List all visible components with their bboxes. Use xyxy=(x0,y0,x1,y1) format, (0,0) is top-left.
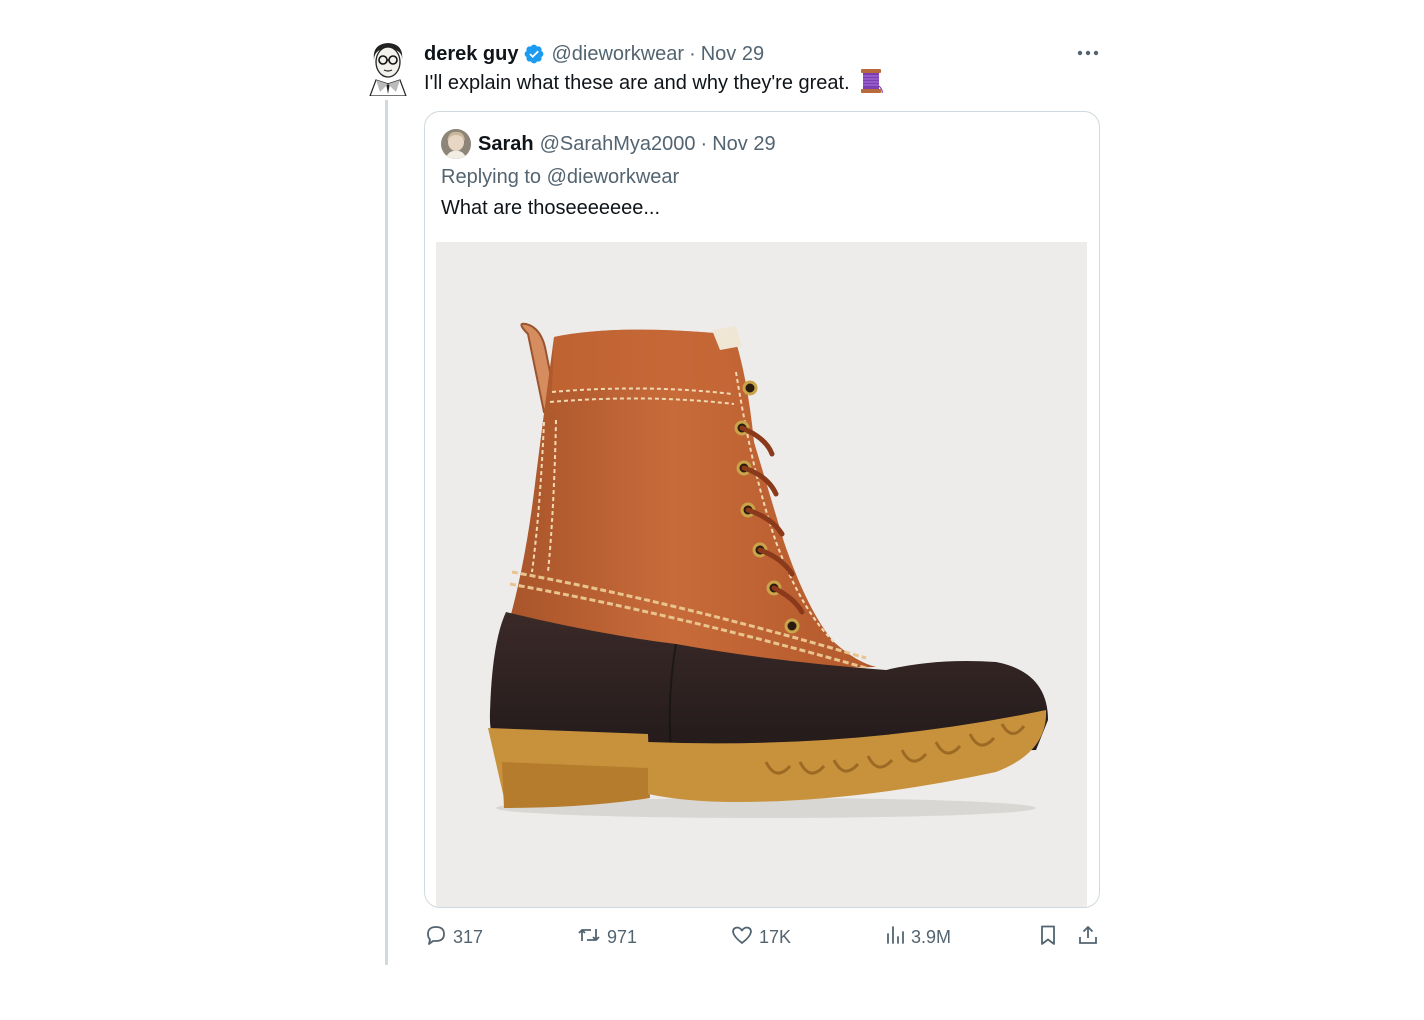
more-options-icon[interactable] xyxy=(1074,38,1102,68)
tweet-header: derek guy @dieworkwear · Nov 29 xyxy=(424,40,764,68)
thread-spool-icon xyxy=(859,68,884,102)
quoted-author-handle[interactable]: @SarahMya2000 xyxy=(540,133,696,156)
replying-handle-link[interactable]: @dieworkwear xyxy=(547,166,680,188)
author-avatar[interactable] xyxy=(366,40,410,97)
duck-boot-illustration xyxy=(488,322,1048,818)
replying-prefix: Replying to xyxy=(441,166,542,188)
tweet-text: I'll explain what these are and why they… xyxy=(424,72,850,94)
reply-icon xyxy=(424,923,453,952)
tweet-date[interactable]: Nov 29 xyxy=(701,43,764,66)
quoted-text: What are thoseeeeeee... xyxy=(441,197,661,219)
like-button[interactable]: 17K xyxy=(730,922,791,952)
share-button[interactable] xyxy=(1076,922,1105,952)
quoted-avatar[interactable] xyxy=(441,129,471,159)
like-count: 17K xyxy=(759,926,792,947)
bookmark-icon xyxy=(1036,923,1065,952)
quoted-separator: · xyxy=(700,132,708,155)
header-separator: · xyxy=(689,42,696,65)
tweet-body: I'll explain what these are and why they… xyxy=(424,68,884,102)
quoted-author-name[interactable]: Sarah xyxy=(478,133,534,156)
author-name[interactable]: derek guy xyxy=(424,43,518,66)
bookmark-button[interactable] xyxy=(1036,922,1065,952)
quoted-header: Sarah @SarahMya2000 · Nov 29 xyxy=(441,128,776,160)
retweet-button[interactable]: 971 xyxy=(576,922,637,952)
retweet-icon xyxy=(576,923,607,952)
reply-count: 317 xyxy=(453,926,484,947)
thread-line xyxy=(385,100,388,965)
quoted-date[interactable]: Nov 29 xyxy=(712,133,775,156)
retweet-count: 971 xyxy=(607,926,638,947)
quoted-tweet[interactable]: Sarah @SarahMya2000 · Nov 29 Replying to… xyxy=(424,111,1100,908)
share-icon xyxy=(1076,923,1105,952)
quoted-media-image[interactable] xyxy=(436,242,1087,907)
verified-badge-icon xyxy=(523,43,545,65)
views-count: 3.9M xyxy=(911,926,952,947)
views-button[interactable]: 3.9M xyxy=(884,922,951,952)
reply-button[interactable]: 317 xyxy=(424,922,483,952)
views-icon xyxy=(884,923,911,952)
like-icon xyxy=(730,923,759,952)
replying-to: Replying to @dieworkwear xyxy=(441,164,679,190)
tweet-actions: 317 971 17K 3.9M xyxy=(424,922,1104,952)
author-handle[interactable]: @dieworkwear xyxy=(551,43,684,66)
